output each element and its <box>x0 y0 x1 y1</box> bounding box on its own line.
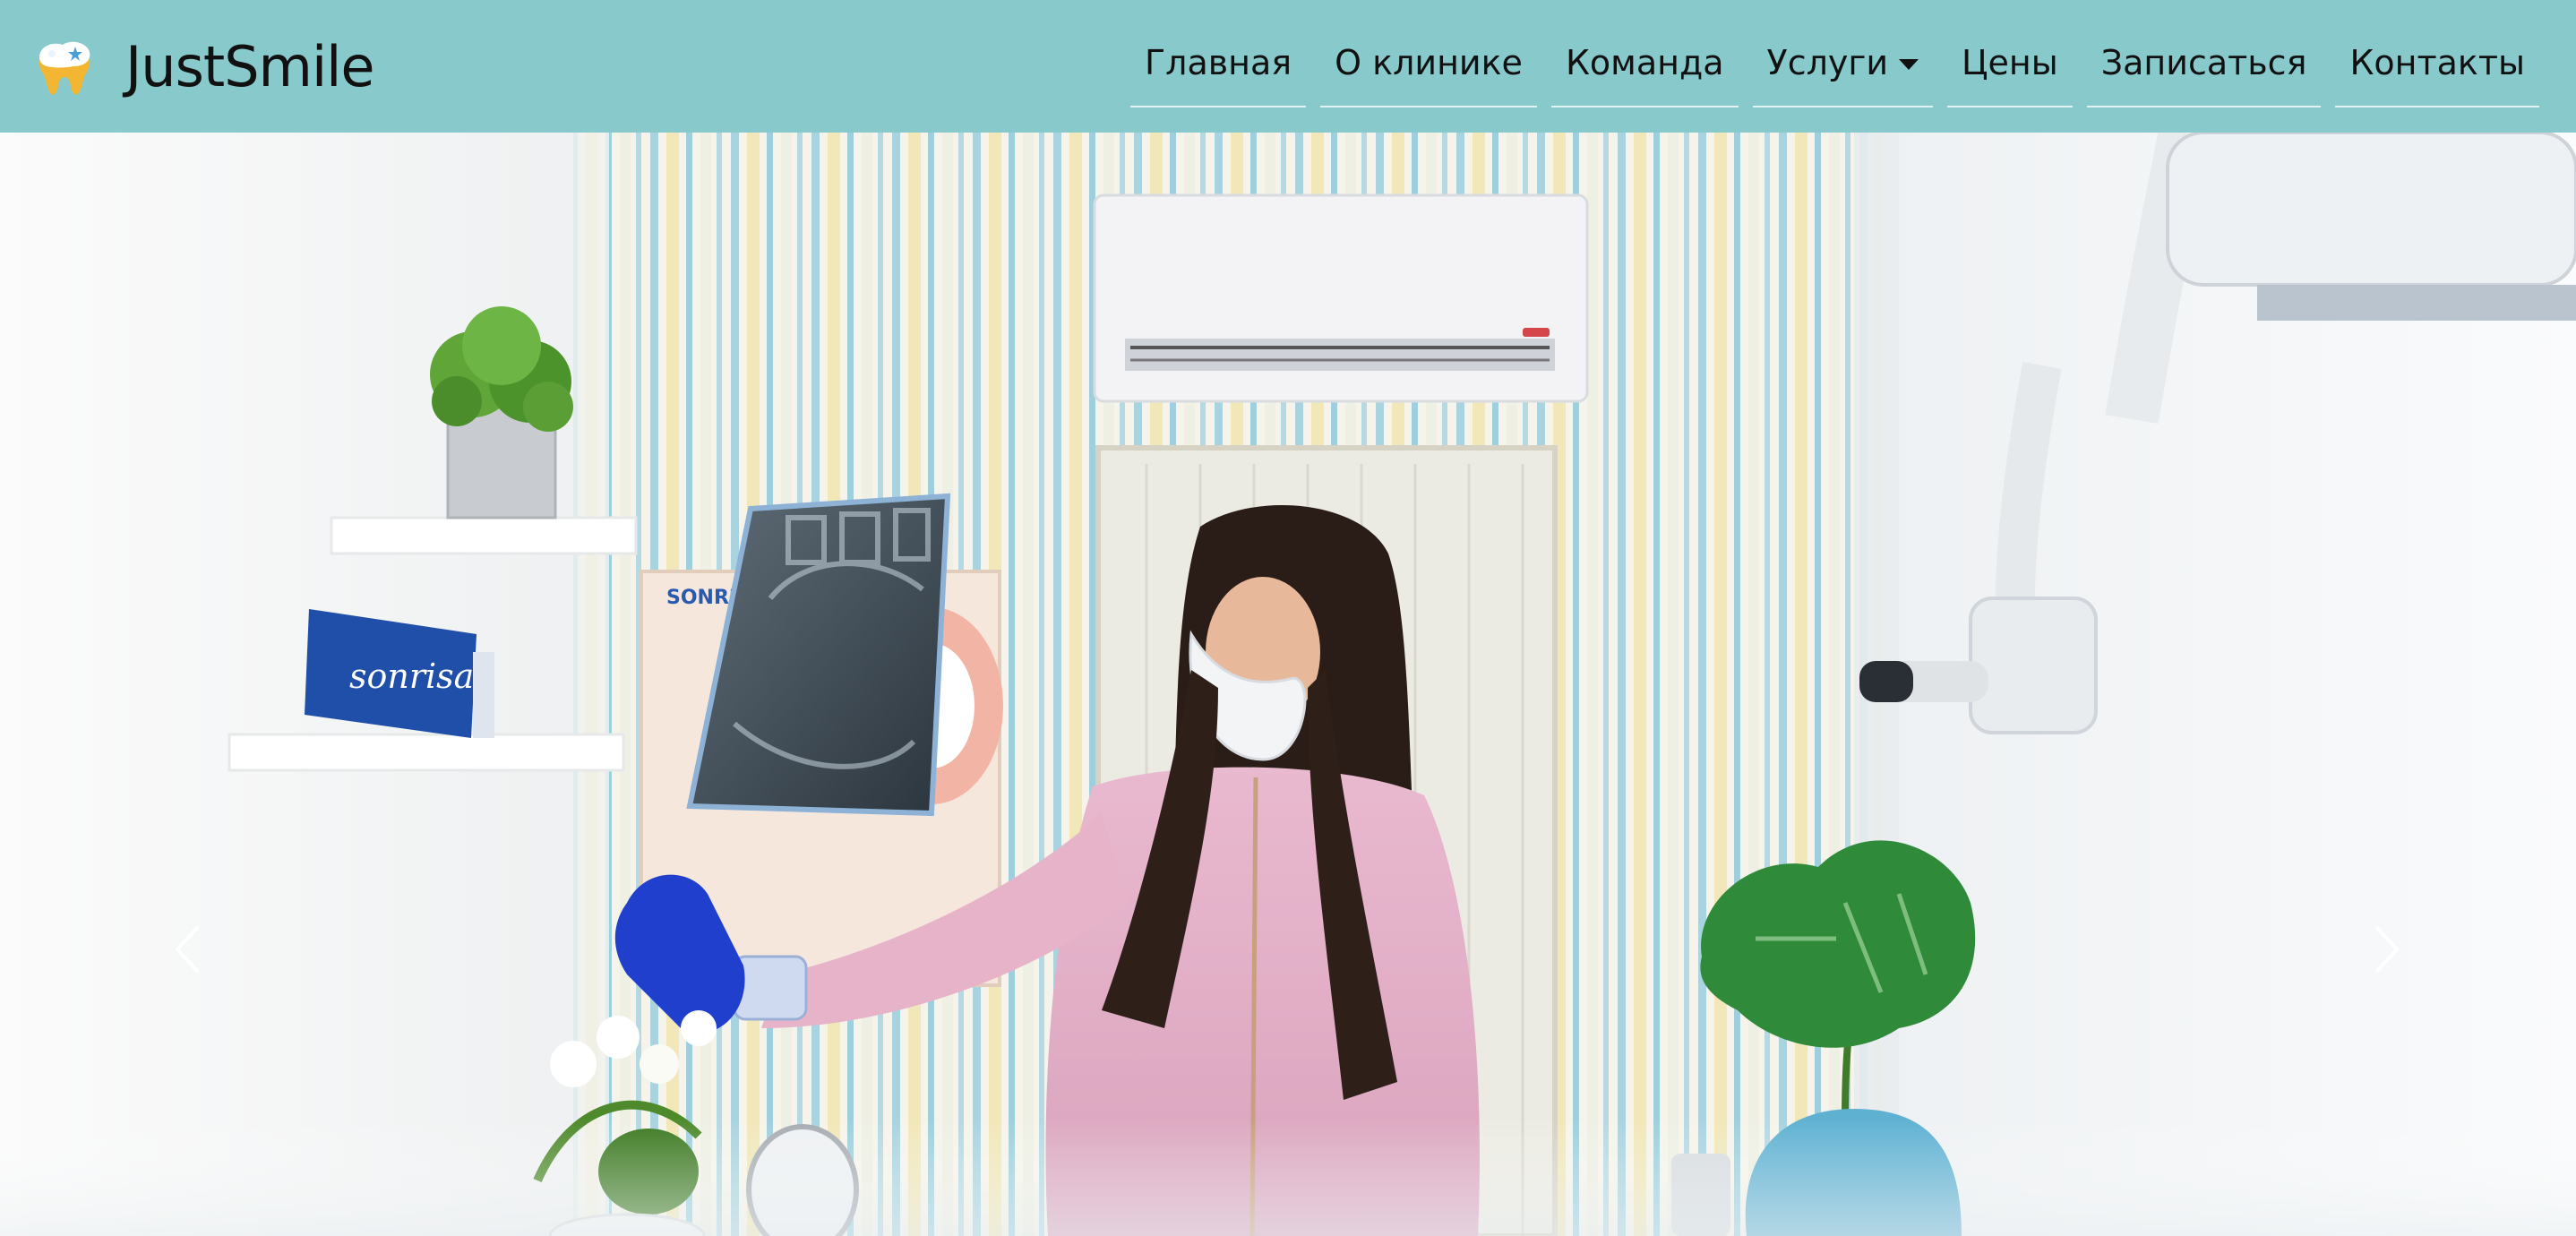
nav-link-booking[interactable]: Записаться <box>2086 23 2322 107</box>
nav-link-contacts[interactable]: Контакты <box>2335 23 2539 107</box>
brand-name: JustSmile <box>125 33 375 99</box>
tooth-logo-icon <box>39 41 90 95</box>
nav-link-label: Команда <box>1565 43 1724 82</box>
nav-link-label: О клинике <box>1335 43 1523 82</box>
nav-link-label: Цены <box>1962 43 2058 82</box>
hero-carousel: sonrisa SONRI STET <box>0 133 2576 1236</box>
caret-down-icon <box>1899 59 1919 70</box>
nav-link-team[interactable]: Команда <box>1550 23 1739 107</box>
box-text: sonrisa <box>349 657 474 696</box>
nav-link-home[interactable]: Главная <box>1130 23 1307 107</box>
nav-link-services-dropdown[interactable]: Услуги <box>1752 23 1934 107</box>
nav-link-label: Услуги <box>1766 43 1889 82</box>
nav-link-label: Главная <box>1145 43 1292 82</box>
nav-link-prices[interactable]: Цены <box>1947 23 2073 107</box>
brand[interactable]: JustSmile <box>32 29 375 104</box>
nav-link-label: Записаться <box>2100 43 2307 82</box>
top-navbar: JustSmile Главная О клинике Команда Услу… <box>0 0 2576 133</box>
nav-link-label: Контакты <box>2349 43 2526 82</box>
carousel-prev-button[interactable] <box>163 914 217 985</box>
nav-link-about[interactable]: О клинике <box>1320 23 1537 107</box>
carousel-next-button[interactable] <box>2357 914 2411 985</box>
main-nav: Главная О клинике Команда Услуги Цены За… <box>1130 23 2554 107</box>
chevron-right-icon <box>2375 926 2399 973</box>
dentist-holding-xray-photo: sonrisa SONRI STET <box>0 133 2576 1236</box>
chevron-left-icon <box>176 926 199 973</box>
